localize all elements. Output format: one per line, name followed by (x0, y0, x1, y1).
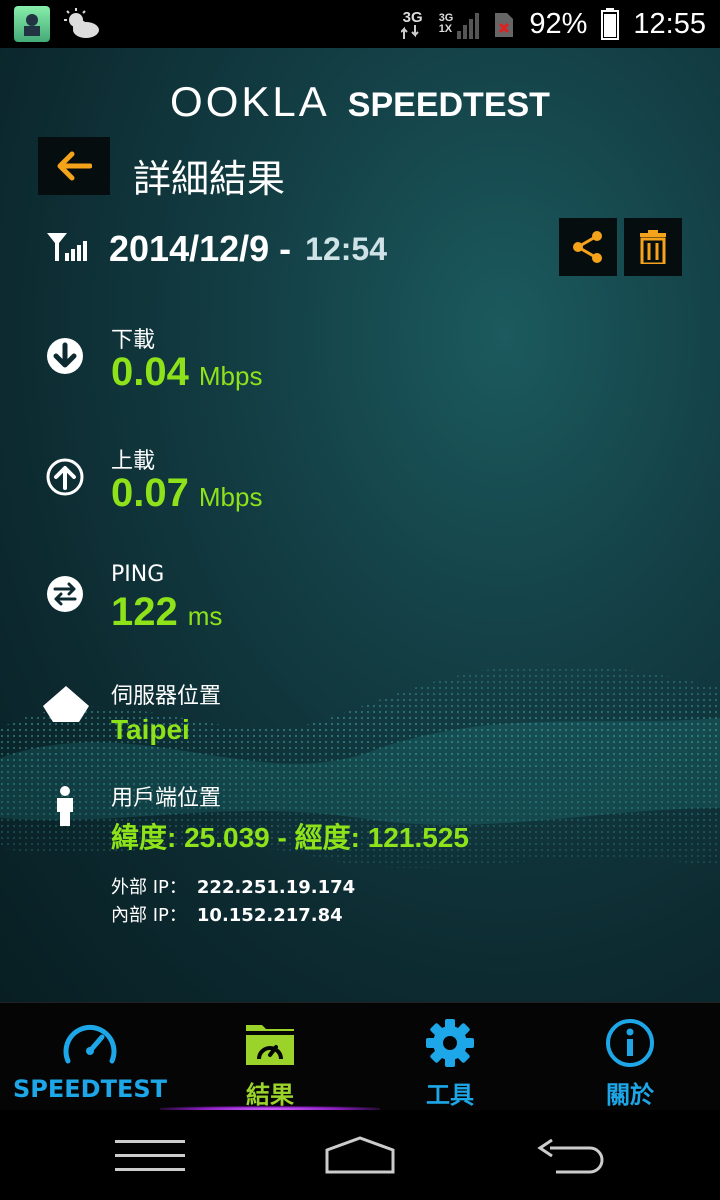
arrow-left-icon (57, 151, 92, 181)
upload-value: 0.07 Mbps (111, 471, 262, 516)
app-content: OOKLA SPEEDTEST 詳細結果 2014/12/9 - 12:54 下… (0, 48, 720, 1002)
bottom-navigation: SPEEDTEST 結果 工具 關於 (0, 1002, 720, 1112)
upload-arrow-icon (46, 458, 84, 496)
external-ip-label: 外部 IP： (111, 877, 187, 898)
share-icon (573, 231, 602, 263)
nav-about[interactable]: 關於 (540, 1003, 720, 1111)
download-number: 0.04 (111, 350, 189, 394)
weather-icon (64, 8, 99, 38)
nav-results[interactable]: 結果 (180, 1003, 360, 1111)
status-bar: 3G 3G 1X 92% 12:55 (0, 0, 720, 48)
gear-icon (426, 1019, 474, 1067)
result-time: 12:54 (305, 230, 387, 267)
ping-unit: ms (187, 601, 223, 631)
external-ip-value: 222.251.19.174 (196, 877, 356, 898)
server-pyramid-icon (43, 686, 89, 722)
internal-ip-value: 10.152.217.84 (196, 905, 343, 926)
app-notification-icon (14, 6, 50, 42)
server-location-label: 伺服器位置 (111, 684, 222, 709)
client-coordinates: 緯度: 25.039 - 經度: 121.525 (111, 822, 469, 853)
person-icon (57, 786, 73, 826)
download-unit: Mbps (198, 361, 263, 391)
network-type-label-3: 1X (438, 23, 453, 35)
trash-icon (640, 230, 666, 264)
nav-about-label: 關於 (606, 1081, 654, 1109)
no-sim-icon (495, 13, 514, 37)
info-icon (606, 1019, 654, 1067)
share-button[interactable] (559, 218, 617, 276)
clock: 12:55 (633, 7, 706, 40)
ping-value: 122 ms (111, 590, 222, 635)
menu-icon[interactable] (115, 1140, 185, 1172)
nav-speedtest[interactable]: SPEEDTEST (0, 1003, 180, 1111)
internal-ip-label: 內部 IP： (111, 905, 187, 926)
download-arrow-icon (47, 338, 83, 374)
ping-label: PING (111, 562, 165, 587)
back-nav-icon[interactable] (536, 1138, 604, 1174)
results-folder-icon (246, 1025, 294, 1065)
background-wave-decoration (0, 664, 720, 868)
result-datetime: 2014/12/9 - 12:54 (45, 228, 387, 270)
screen: 3G 3G 1X 92% 12:55 OOKLA SPEEDTEST 詳細結果 … (0, 0, 720, 1200)
system-navigation-bar (0, 1110, 720, 1200)
upload-unit: Mbps (198, 482, 263, 512)
mobile-data-icon: 3G (400, 8, 425, 39)
speedometer-icon (63, 1024, 117, 1064)
external-ip-row: 外部 IP： 222.251.19.174 (111, 873, 355, 899)
download-value: 0.04 Mbps (111, 350, 262, 395)
result-date: 2014/12/9 - (109, 228, 292, 269)
antenna-signal-icon (47, 233, 87, 261)
back-button[interactable] (38, 137, 110, 195)
delete-button[interactable] (624, 218, 682, 276)
brand-logo: OOKLA SPEEDTEST (0, 78, 720, 126)
ping-number: 122 (111, 590, 178, 634)
nav-tools-label: 工具 (426, 1081, 474, 1109)
nav-tools[interactable]: 工具 (360, 1003, 540, 1111)
battery-icon (601, 8, 620, 40)
battery-percent: 92% (529, 7, 588, 40)
nav-speedtest-label: SPEEDTEST (12, 1075, 167, 1103)
upload-number: 0.07 (111, 471, 189, 515)
page-title: 詳細結果 (133, 157, 286, 201)
ping-exchange-icon (47, 576, 83, 612)
nav-results-label: 結果 (246, 1081, 294, 1109)
brand-ookla: OOKLA (170, 78, 330, 125)
network-type-label: 3G (402, 8, 423, 26)
client-location-label: 用戶端位置 (111, 786, 222, 811)
server-location-value: Taipei (111, 714, 190, 745)
home-icon[interactable] (325, 1136, 395, 1174)
internal-ip-row: 內部 IP： 10.152.217.84 (111, 901, 343, 927)
brand-speedtest: SPEEDTEST (347, 86, 550, 124)
signal-strength-icon: 3G 1X (439, 9, 480, 39)
